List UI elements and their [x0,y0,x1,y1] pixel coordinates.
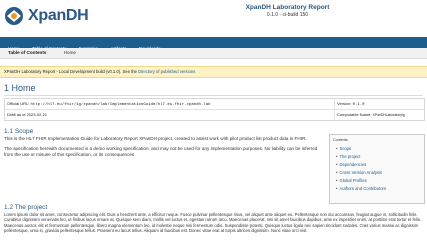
toc-item-global-profiles[interactable]: • Global Profiles [336,177,386,185]
logo-text: XpanDH [28,7,89,24]
scope-paragraph-2: The specification herewith documented is… [4,146,318,157]
version-value: 0.1.0 [352,103,365,107]
build-notice: XPanDH Laboratory Report - Local Develop… [0,66,427,78]
main-nav: Home Table of Contents Examples Artifact… [0,37,427,51]
contents-list: • Scope • The project • Dependencies • Cross… [336,145,386,193]
project-paragraph: Lorem ipsum dolor sit amet, consectetur … [4,212,422,234]
published-versions-link[interactable]: Directory of published versions [138,69,195,74]
scope-paragraph-1: This is the HL7 FHIR Implementation Guid… [4,136,307,141]
divider [4,95,423,96]
toc-item-authors[interactable]: • Authors and Contributors [336,185,386,193]
project-section: 1.2 The project Lorem ipsum dolor sit am… [4,204,423,243]
site-header: XpanDH XpanDH Laboratory Report 0.1.0 - … [0,0,427,34]
logo-icon [5,7,23,25]
page-title: XpanDH Laboratory Report [245,4,330,11]
official-url-value: http://hl7.eu/fhir/ig/xpandh/lab/Impleme… [30,103,211,107]
breadcrumb: Table of Contents Home [0,48,427,59]
section-title: 1 Home [4,83,36,93]
computable-name-cell: Computable Name: XPanDHLaboratoryIg [334,110,423,120]
table-row: Draft as of 2023-02-21 Computable Name: … [5,110,424,120]
version-label: Version: [337,101,352,106]
breadcrumb-home[interactable]: Home [64,48,76,58]
toc-item-project[interactable]: • The project [336,153,386,161]
breadcrumb-current: Table of Contents [8,50,47,55]
toc-item-scope[interactable]: • Scope [336,145,386,153]
scope-heading: 1.1 Scope [4,128,34,135]
toc-item-dependencies[interactable]: • Dependencies [336,161,386,169]
scope-section: 1.1 Scope This is the HL7 FHIR Implement… [4,128,322,158]
official-url-cell: Official URL: http://hl7.eu/fhir/ig/xpan… [7,99,211,110]
ig-info-table: Official URL: http://hl7.eu/fhir/ig/xpan… [4,98,425,121]
notice-text: XPanDH Laboratory Report - Local Develop… [4,69,139,74]
computable-name-value: XPanDHLaboratoryIg [372,113,405,117]
logo[interactable]: XpanDH [4,6,89,26]
draft-status: Draft as of 2023-02-21 [7,112,48,117]
version-label: 0.1.0 - ci-build 150 [266,12,309,18]
computable-name-label: Computable Name: [337,112,372,117]
contents-box: Contents: • Scope • The project • Dependenc… [329,134,425,204]
official-url-label: Official URL: [7,101,30,106]
project-heading: 1.2 The project [4,204,48,211]
contents-title: Contents: [333,138,349,142]
toc-item-cross-version[interactable]: • Cross Version Analysis [336,169,386,177]
table-row: Official URL: http://hl7.eu/fhir/ig/xpan… [5,99,424,110]
version-cell: Version: 0.1.0 [334,99,423,109]
